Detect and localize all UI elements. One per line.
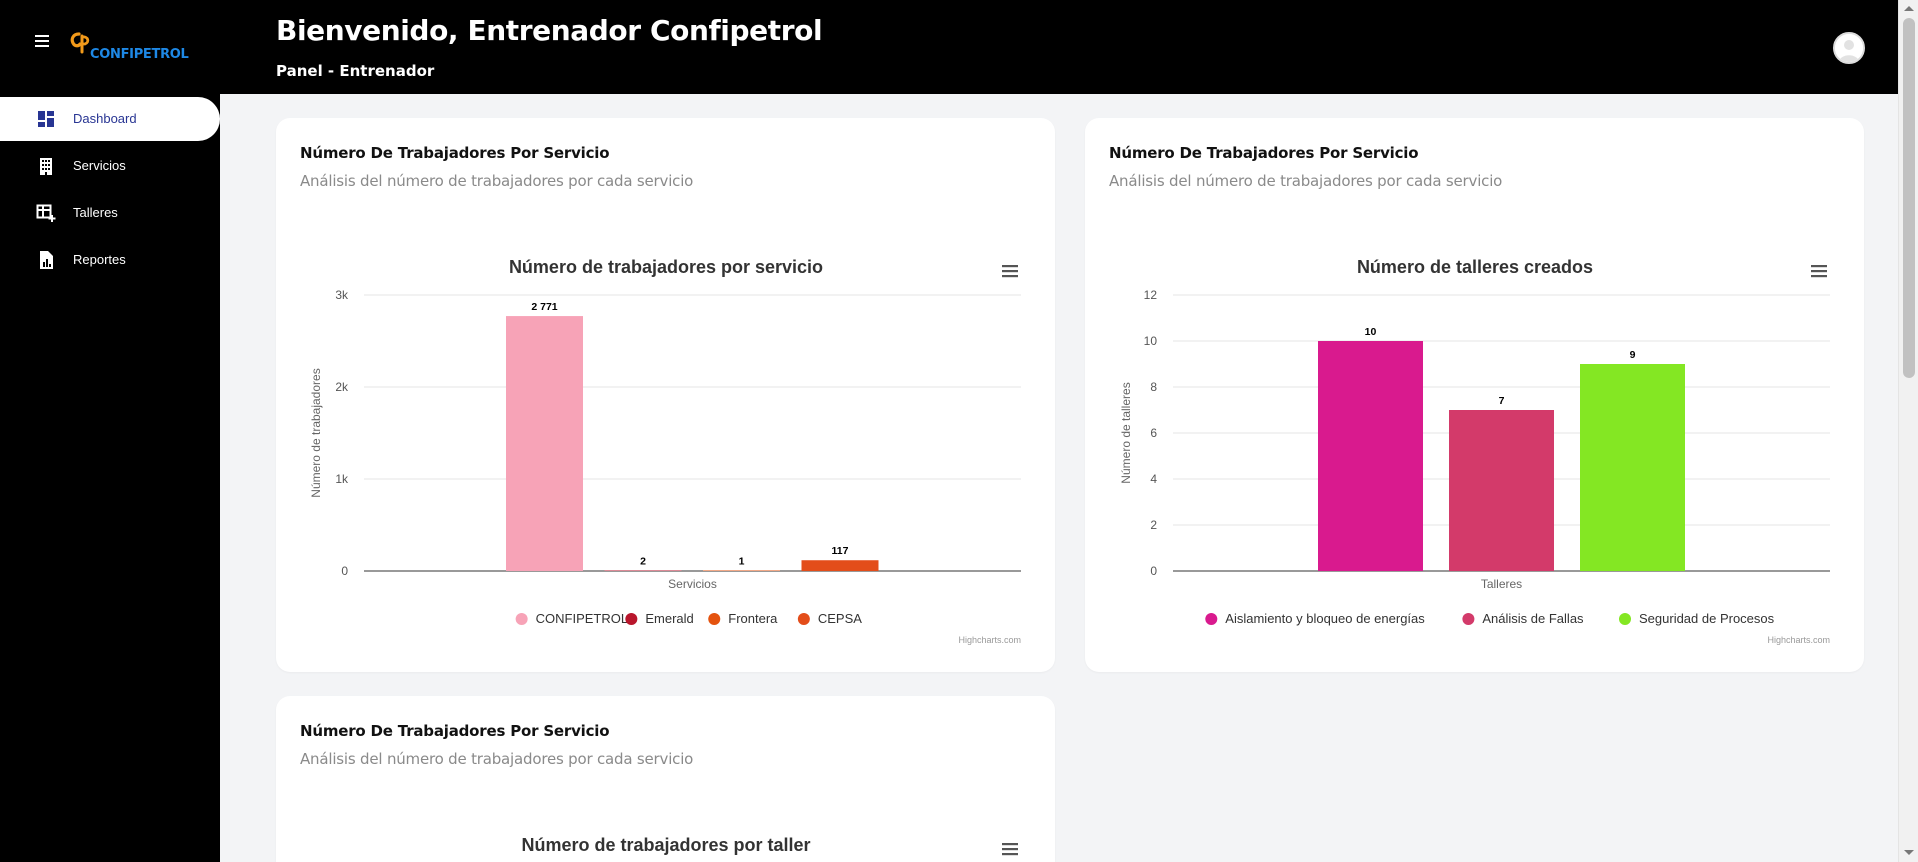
- chart-credits: Highcharts.com: [958, 635, 1021, 645]
- chart-credits: Highcharts.com: [1767, 635, 1830, 645]
- legend-marker: [515, 613, 528, 625]
- legend-item: Seguridad de Procesos: [1639, 611, 1775, 626]
- y-tick-label: 3k: [335, 288, 349, 302]
- bar-data-label: 10: [1365, 326, 1377, 338]
- legend-marker: [1619, 613, 1631, 625]
- page-title: Bienvenido, Entrenador Confipetrol: [276, 14, 823, 47]
- table-add-icon: [36, 204, 56, 222]
- bar-data-label: 117: [832, 545, 849, 557]
- legend-marker: [1205, 613, 1218, 625]
- hamburger-menu-icon[interactable]: [33, 34, 53, 50]
- bar-data-label: 7: [1499, 395, 1505, 407]
- avatar[interactable]: [1833, 32, 1865, 64]
- y-tick-label: 10: [1144, 334, 1158, 348]
- y-tick-label: 1k: [335, 472, 349, 486]
- bar-data-label: 1: [739, 556, 745, 568]
- chart-title: Número de talleres creados: [1357, 257, 1593, 277]
- sidebar-item-label: Reportes: [73, 252, 126, 267]
- sidebar-item-reportes[interactable]: Reportes: [0, 238, 220, 282]
- confipetrol-logo[interactable]: CONFIPETROL: [68, 30, 189, 66]
- report-icon: [40, 251, 53, 269]
- dashboard-icon: [38, 111, 54, 127]
- legend-item: Emerald: [645, 611, 693, 626]
- bar-frontera: [703, 570, 780, 571]
- bar-aislamiento-y-bloqueo-de-energ-as: [1318, 341, 1423, 571]
- y-axis-label: Número de talleres: [1119, 382, 1133, 483]
- y-tick-label: 2k: [335, 380, 349, 394]
- y-tick-label: 4: [1150, 472, 1157, 486]
- legend-item: CEPSA: [818, 611, 862, 626]
- chart-card-trabajadores-taller: Número De Trabajadores Por Servicio Anál…: [276, 696, 1055, 862]
- sidebar-item-label: Dashboard: [73, 111, 137, 126]
- scroll-down-icon[interactable]: [1904, 850, 1914, 855]
- top-header: Bienvenido, Entrenador Confipetrol Panel…: [220, 0, 1898, 94]
- sidebar-item-dashboard[interactable]: Dashboard: [0, 97, 220, 141]
- chart-card-servicios: Número De Trabajadores Por Servicio Anál…: [276, 118, 1055, 672]
- chart-title: Número de trabajadores por taller: [521, 835, 810, 855]
- bar-data-label: 2: [640, 556, 646, 568]
- chart-menu-icon[interactable]: [998, 261, 1022, 283]
- legend-item: Frontera: [728, 611, 778, 626]
- page-subtitle: Panel - Entrenador: [276, 62, 435, 80]
- bar-emerald: [604, 570, 682, 571]
- bar-data-label: 2 771: [531, 301, 557, 313]
- sidebar-item-talleres[interactable]: Talleres: [0, 191, 220, 235]
- chart-menu-icon[interactable]: [998, 839, 1022, 861]
- legend-marker: [708, 613, 721, 625]
- sidebar-nav: Dashboard Servicios Talleres Reportes: [0, 97, 220, 285]
- bar-confipetrol: [506, 316, 583, 571]
- y-tick-label: 2: [1150, 518, 1157, 532]
- chart-trabajadores-por-taller: Número de trabajadores por taller: [521, 835, 1022, 861]
- bar-data-label: 9: [1630, 349, 1636, 361]
- bar-cepsa: [801, 560, 879, 571]
- bar-an-lisis-de-fallas: [1449, 410, 1554, 571]
- sidebar-item-label: Servicios: [73, 158, 126, 173]
- sidebar: CONFIPETROL Dashboard Servicios Talleres…: [0, 0, 220, 862]
- chart-talleres-creados: Número de talleres creados 0 2 4 6 8 10 12 Númer…: [1119, 257, 1831, 645]
- x-axis-label: Talleres: [1481, 577, 1522, 591]
- chart-card-talleres: Número De Trabajadores Por Servicio Anál…: [1085, 118, 1864, 672]
- legend-item: Análisis de Fallas: [1482, 611, 1584, 626]
- logo-mark-icon: [70, 32, 90, 54]
- chart-trabajadores-por-servicio: Número de trabajadores por servicio 0 1k 2k…: [309, 257, 1022, 645]
- y-tick-label: 8: [1150, 380, 1157, 394]
- y-tick-label: 0: [341, 564, 348, 578]
- chart-title: Número de trabajadores por servicio: [509, 257, 823, 277]
- legend-item: Aislamiento y bloqueo de energías: [1225, 611, 1425, 626]
- legend-item: CONFIPETROL: [536, 611, 628, 626]
- legend-marker: [1462, 613, 1475, 625]
- x-axis-label: Servicios: [668, 577, 717, 591]
- user-avatar-icon: [1835, 34, 1863, 62]
- y-tick-label: 0: [1150, 564, 1157, 578]
- bar-seguridad-de-procesos: [1580, 364, 1685, 571]
- sidebar-item-label: Talleres: [73, 205, 118, 220]
- page-scrollbar[interactable]: [1898, 0, 1918, 862]
- scroll-thumb[interactable]: [1903, 18, 1915, 378]
- legend-marker: [625, 613, 638, 625]
- building-icon: [40, 158, 52, 175]
- scroll-up-icon[interactable]: [1904, 6, 1914, 11]
- y-tick-label: 12: [1144, 288, 1158, 302]
- y-tick-label: 6: [1150, 426, 1157, 440]
- sidebar-item-servicios[interactable]: Servicios: [0, 144, 220, 188]
- logo-text: CONFIPETROL: [90, 47, 189, 62]
- chart-menu-icon[interactable]: [1807, 261, 1831, 283]
- y-axis-label: Número de trabajadores: [309, 368, 323, 497]
- legend-marker: [797, 613, 810, 625]
